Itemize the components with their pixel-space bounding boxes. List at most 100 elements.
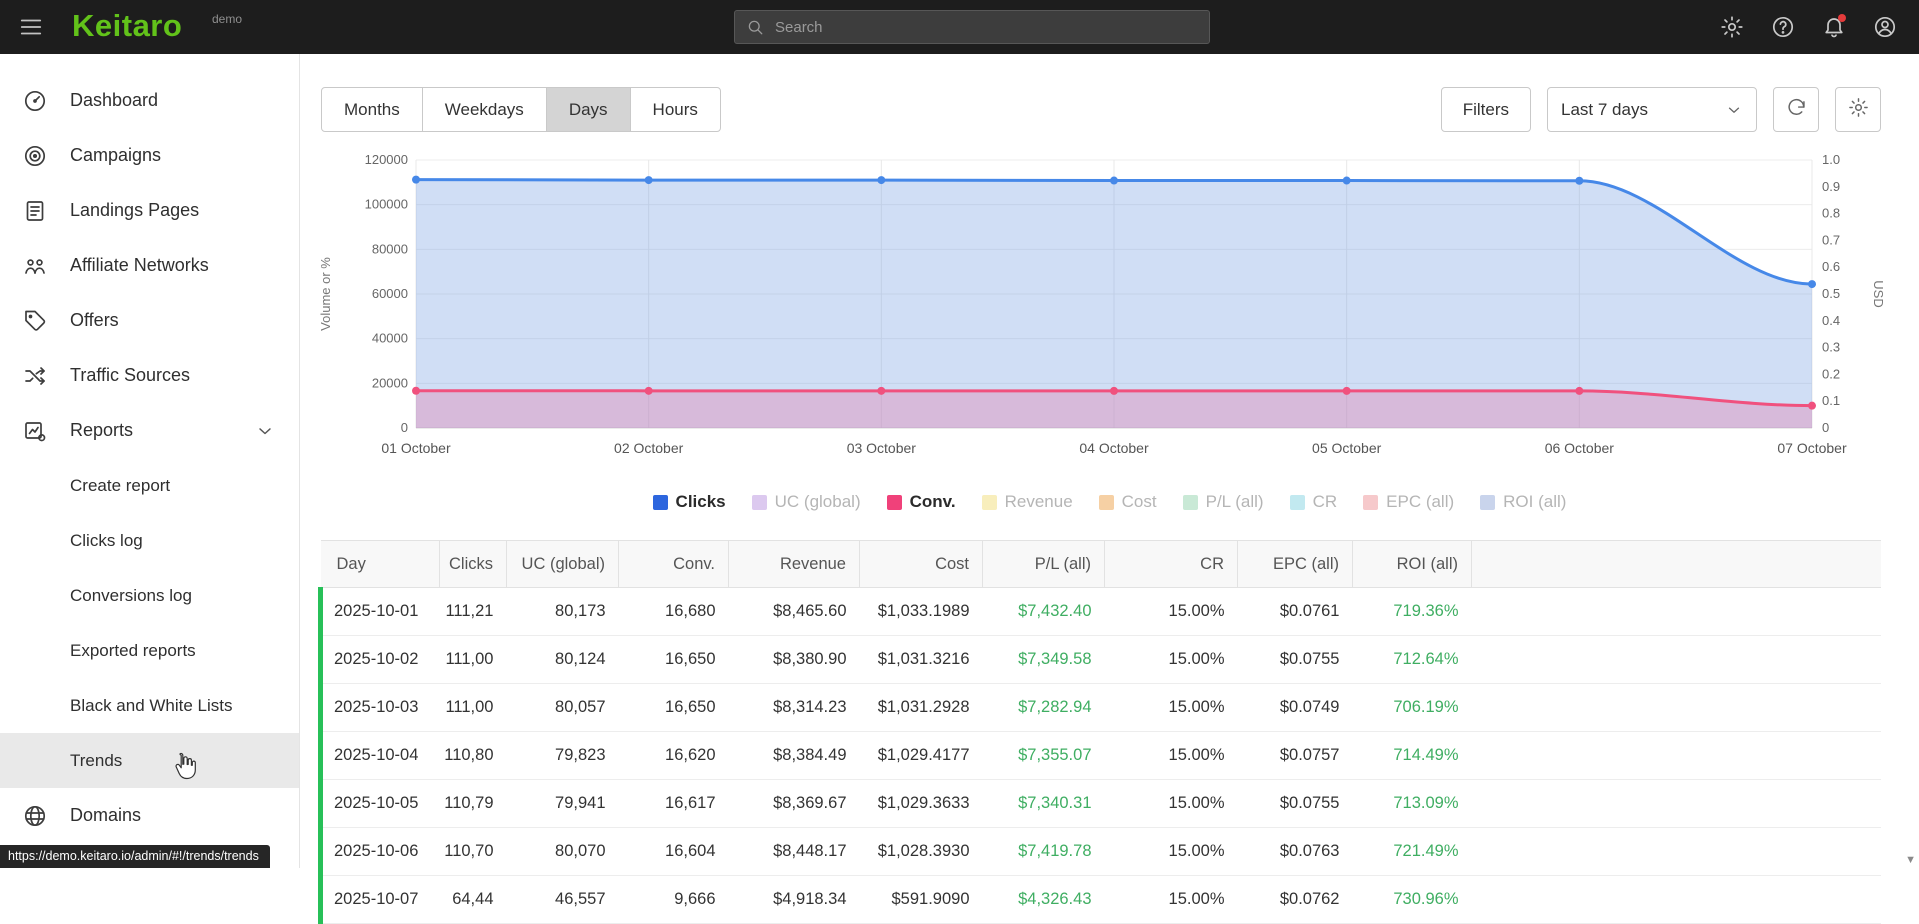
table-cell: 730.96% — [1352, 875, 1472, 924]
chevron-down-icon — [255, 421, 275, 441]
table-cell: 80,070 — [506, 827, 619, 876]
table-cell: 79,823 — [506, 731, 619, 780]
sidebar-item-affiliate-networks[interactable]: Affiliate Networks — [0, 238, 299, 293]
svg-text:0.4: 0.4 — [1822, 313, 1840, 328]
global-search[interactable] — [734, 10, 1210, 44]
tab-days[interactable]: Days — [545, 87, 631, 132]
table-cell: 16,680 — [618, 587, 729, 636]
column-header: Clicks — [439, 540, 507, 588]
filler-cell — [1471, 779, 1881, 828]
sidebar-item-reports[interactable]: Reports — [0, 403, 299, 458]
svg-text:0.8: 0.8 — [1822, 206, 1840, 221]
svg-text:0: 0 — [1822, 420, 1829, 435]
topbar: Keitaro demo — [0, 0, 1919, 54]
chart-settings-button[interactable] — [1835, 87, 1881, 132]
svg-text:Volume or %: Volume or % — [318, 257, 333, 331]
table-cell: $1,031.3216 — [859, 635, 983, 684]
scrollbar-down-arrow[interactable]: ▼ — [1905, 854, 1916, 866]
tab-weekdays[interactable]: Weekdays — [421, 87, 547, 132]
table-cell: $8,380.90 — [728, 635, 860, 684]
bell-icon[interactable] — [1822, 14, 1846, 39]
legend-item[interactable]: P/L (all) — [1182, 492, 1264, 512]
refresh-icon — [1786, 97, 1807, 123]
table-cell: 16,617 — [618, 779, 729, 828]
legend-item[interactable]: Cost — [1098, 492, 1157, 512]
svg-text:05 October: 05 October — [1312, 440, 1382, 456]
table-cell: 2025-10-01 — [318, 587, 440, 636]
sidebar-item-black-white-lists[interactable]: Black and White Lists — [0, 678, 299, 733]
main-content: Months Weekdays Days Hours Filters Last … — [300, 54, 1919, 924]
legend-label: Clicks — [675, 492, 726, 511]
sidebar-item-label: Trends — [70, 750, 123, 770]
landing-pages-icon — [23, 199, 47, 223]
sidebar-item-trends[interactable]: Trends — [0, 733, 299, 788]
sidebar-item-offers[interactable]: Offers — [0, 293, 299, 348]
table-cell: $0.0757 — [1237, 731, 1353, 780]
legend-label: Revenue — [1004, 492, 1073, 511]
sidebar-item-domains[interactable]: Domains — [0, 788, 299, 843]
legend-item[interactable]: EPC (all) — [1363, 492, 1454, 512]
legend-item[interactable]: Clicks — [652, 492, 726, 512]
table-cell: $0.0755 — [1237, 779, 1353, 828]
filler-cell — [1471, 731, 1881, 780]
sidebar-item-dashboard[interactable]: Dashboard — [0, 73, 299, 128]
legend-item[interactable]: ROI (all) — [1480, 492, 1566, 512]
sidebar-item-landings[interactable]: Landings Pages — [0, 183, 299, 238]
keitaro-logo[interactable]: Keitaro — [72, 8, 182, 44]
table-row: 2025-10-04 110,80 79,823 16,620 $8,384.49 $1,… — [318, 731, 1881, 780]
sidebar-item-label: Campaigns — [70, 145, 162, 165]
sidebar-item-create-report[interactable]: Create report — [0, 458, 299, 513]
filler-cell — [1471, 875, 1881, 924]
sidebar-item-conversions-log[interactable]: Conversions log — [0, 568, 299, 623]
table-cell: 15.00% — [1104, 731, 1238, 780]
table-cell: $8,369.67 — [728, 779, 860, 828]
legend-item[interactable]: CR — [1289, 492, 1337, 512]
legend-item[interactable]: UC (global) — [751, 492, 861, 512]
table-row: 2025-10-03 111,00 80,057 16,650 $8,314.23 $1,… — [318, 683, 1881, 732]
table-cell: 15.00% — [1104, 875, 1238, 924]
table-cell: 15.00% — [1104, 779, 1238, 828]
table-cell: $1,028.3930 — [859, 827, 983, 876]
table-cell: $4,326.43 — [982, 875, 1105, 924]
legend-label: Cost — [1121, 492, 1157, 511]
svg-text:0.6: 0.6 — [1822, 259, 1840, 274]
sidebar-item-label: Affiliate Networks — [70, 255, 209, 275]
trends-table-wrap: Day Clicks UC (global) Conv. Revenue Cost P/L … — [318, 540, 1881, 924]
help-icon[interactable] — [1771, 15, 1795, 39]
table-cell: 713.09% — [1352, 779, 1472, 828]
legend-item[interactable]: Revenue — [981, 492, 1073, 512]
sidebar-item-clicks-log[interactable]: Clicks log — [0, 513, 299, 568]
search-input[interactable] — [773, 17, 1209, 37]
chart-legend: Clicks UC (global) Conv. Revenue Cost P/L (al… — [300, 487, 1919, 517]
svg-text:0.2: 0.2 — [1822, 366, 1840, 381]
table-cell: $7,419.78 — [982, 827, 1105, 876]
filler-header — [1471, 540, 1881, 588]
sidebar-item-exported-reports[interactable]: Exported reports — [0, 623, 299, 678]
tab-hours[interactable]: Hours — [629, 87, 721, 132]
sidebar-item-traffic-sources[interactable]: Traffic Sources — [0, 348, 299, 403]
filters-button[interactable]: Filters — [1440, 87, 1531, 132]
menu-icon[interactable] — [18, 14, 44, 40]
table-row: 2025-10-06 110,70 80,070 16,604 $8,448.17 $1,… — [318, 827, 1881, 876]
notification-dot — [1838, 14, 1846, 22]
table-cell: 46,557 — [506, 875, 619, 924]
domains-icon — [23, 804, 47, 828]
svg-text:120000: 120000 — [365, 152, 408, 167]
table-cell: 16,650 — [618, 635, 729, 684]
table-cell: $8,314.23 — [728, 683, 860, 732]
date-range-select[interactable]: Last 7 days — [1547, 87, 1757, 132]
legend-label: P/L (all) — [1205, 492, 1264, 511]
refresh-button[interactable] — [1773, 87, 1819, 132]
legend-item[interactable]: Conv. — [886, 492, 956, 512]
table-cell: 2025-10-02 — [318, 635, 440, 684]
dashboard-icon — [23, 89, 47, 113]
tab-months[interactable]: Months — [321, 87, 423, 132]
table-cell: 706.19% — [1352, 683, 1472, 732]
svg-text:20000: 20000 — [372, 375, 408, 390]
sidebar-item-campaigns[interactable]: Campaigns — [0, 128, 299, 183]
user-avatar-icon[interactable] — [1873, 15, 1897, 39]
table-header-row: Day Clicks UC (global) Conv. Revenue Cost P/L … — [320, 540, 1881, 588]
svg-text:03 October: 03 October — [847, 440, 917, 456]
svg-text:80000: 80000 — [372, 241, 408, 256]
gear-icon[interactable] — [1720, 15, 1744, 39]
